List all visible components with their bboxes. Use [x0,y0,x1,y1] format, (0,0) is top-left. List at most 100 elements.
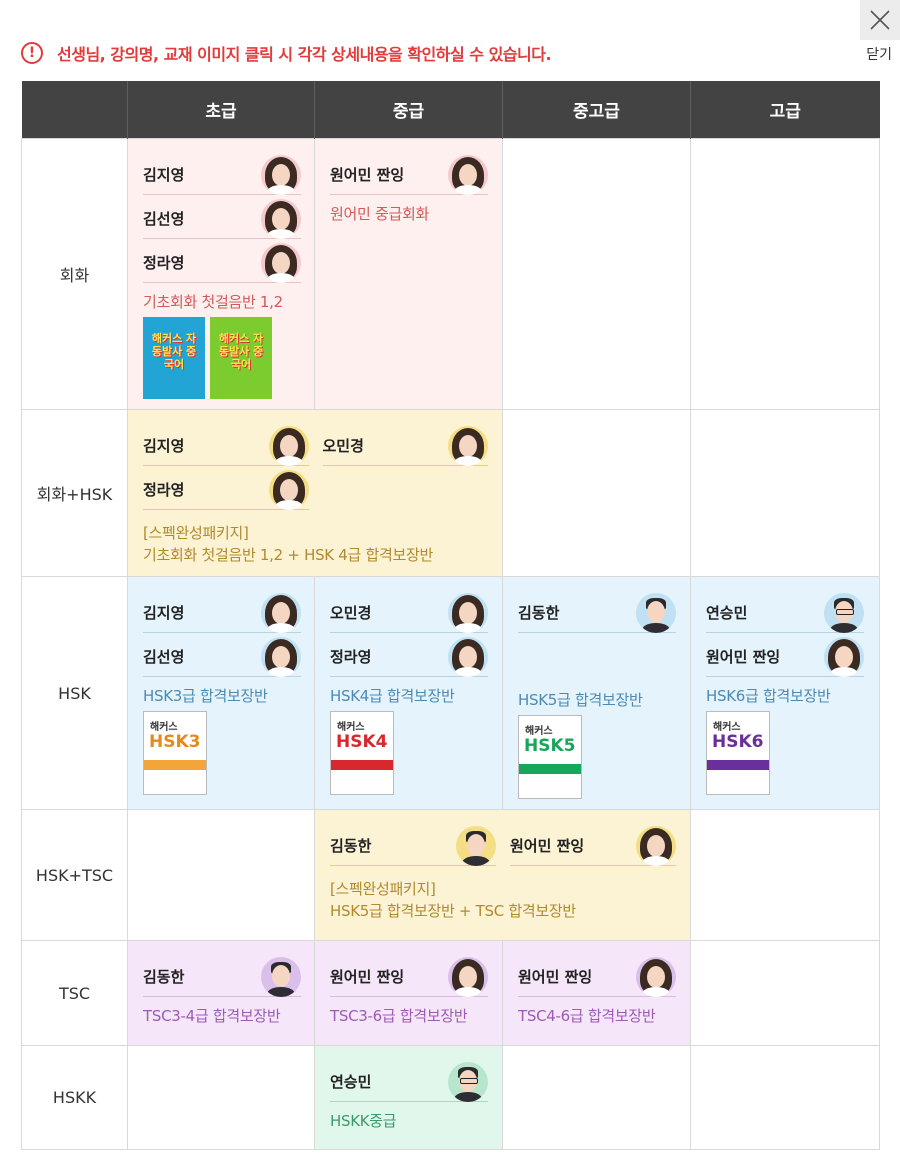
notice-text: 선생님, 강의명, 교재 이미지 클릭 시 각각 상세내용을 확인하실 수 있습… [57,45,552,64]
course-link[interactable]: HSK5급 합격보장반 [518,689,676,711]
teacher-avatar[interactable] [448,425,488,466]
header-empty [21,81,128,139]
cell-tsc-beginner: 김동한 TSC3-4급 합격보장반 [127,940,315,1046]
close-label[interactable]: 닫기 [866,44,892,64]
cell-hsk-advanced: 연승민 원어민 짠잉 HSK6급 합격보장반 해커스 HSK6 [690,576,880,810]
book-cover-hsk4[interactable]: 해커스 HSK4 [330,711,394,795]
cell-empty [690,1045,880,1150]
row-label: HSKK [21,1045,128,1150]
course-table: 초급 중급 중고급 고급 회화 김지영 김선영 정라영 기초회화 첫걸음반 1,… [21,81,880,1150]
course-link[interactable]: HSK4급 합격보장반 [330,685,488,707]
book-cover-hsk5[interactable]: 해커스 HSK5 [518,715,582,799]
row-label: 회화+HSK [21,409,128,577]
teacher-avatar[interactable] [448,592,488,633]
teacher-kim-jiyoung[interactable]: 김지영 [143,425,309,466]
course-link[interactable]: HSKK중급 [330,1110,488,1132]
teacher-oh-minkyung[interactable]: 오민경 [322,425,488,466]
course-link[interactable]: [스펙완성패키지] 기초회화 첫걸음반 1,2 + HSK 4급 합격보장반 [143,522,488,566]
teacher-avatar[interactable] [268,469,309,510]
header-beginner: 초급 [127,81,315,139]
table-row: HSKK 연승민 HSKK중급 [21,1045,880,1150]
cell-empty [502,1045,691,1150]
course-link[interactable]: HSK3급 합격보장반 [143,685,300,707]
teacher-kim-sunyoung[interactable]: 김선영 [143,636,301,677]
teacher-avatar[interactable] [636,825,676,866]
teacher-kim-donghan[interactable]: 김동한 [143,956,301,997]
cell-tsc-upper-intermediate: 원어민 짠잉 TSC4-6급 합격보장반 [502,940,691,1046]
teacher-kim-donghan[interactable]: 김동한 [518,592,676,633]
teacher-avatar[interactable] [268,425,309,466]
cell-conversation-intermediate: 원어민 짠잉 원어민 중급회화 [314,138,503,410]
cell-hsk-upper-intermediate: 김동한 HSK5급 합격보장반 해커스 HSK5 [502,576,691,810]
course-link[interactable]: HSK6급 합격보장반 [706,685,865,707]
row-label: TSC [21,940,128,1046]
teacher-avatar[interactable] [261,592,301,633]
teacher-avatar[interactable] [261,636,301,677]
cell-empty [127,809,315,941]
teacher-avatar[interactable] [636,592,676,633]
teacher-jung-rayoung[interactable]: 정라영 [330,636,488,677]
teacher-avatar[interactable] [456,825,496,866]
table-row: 회화 김지영 김선영 정라영 기초회화 첫걸음반 1,2 해커스 자동발사 중국… [21,138,880,410]
teacher-kim-jiyoung[interactable]: 김지영 [143,592,301,633]
book-cover-2[interactable]: 해커스 자동발사 중국어 [210,317,272,399]
close-icon [870,10,890,30]
teacher-yeon-seungmin[interactable]: 연승민 [330,1061,488,1102]
cell-empty [502,138,691,410]
teacher-avatar[interactable] [824,636,864,677]
teacher-native-zhanying[interactable]: 원어민 짠잉 [330,154,488,195]
teacher-avatar[interactable] [636,956,676,997]
teacher-avatar[interactable] [824,592,864,633]
teacher-native-zhanying[interactable]: 원어민 짠잉 [510,825,676,866]
cell-package-conversation-hsk: 김지영 정라영 오민경 [스펙완성패키지] 기초회화 첫걸음반 1,2 + HSK… [127,409,503,577]
row-label: HSK [21,576,128,810]
close-button[interactable] [860,0,900,40]
teacher-native-zhanying[interactable]: 원어민 짠잉 [706,636,864,677]
cell-package-hsk-tsc: 김동한 원어민 짠잉 [스펙완성패키지] HSK5급 합격보장반 + TSC 합격… [314,809,691,941]
cell-empty [690,809,880,941]
course-link[interactable]: [스펙완성패키지] HSK5급 합격보장반 + TSC 합격보장반 [330,878,676,922]
cell-empty [690,138,880,410]
teacher-avatar[interactable] [448,154,488,195]
course-link[interactable]: TSC3-4급 합격보장반 [143,1005,300,1027]
table-header-row: 초급 중급 중고급 고급 [21,81,880,139]
teacher-avatar[interactable] [448,1061,488,1102]
teacher-avatar[interactable] [448,636,488,677]
teacher-avatar[interactable] [448,956,488,997]
table-row: 회화+HSK 김지영 정라영 오민경 [스펙완성패키지] 기초회화 첫걸음반 1,… [21,409,880,577]
book-cover-hsk6[interactable]: 해커스 HSK6 [706,711,770,795]
cell-tsc-intermediate: 원어민 짠잉 TSC3-6급 합격보장반 [314,940,503,1046]
teacher-avatar[interactable] [261,154,301,195]
warning-icon: ! [21,42,43,64]
table-row: TSC 김동한 TSC3-4급 합격보장반 원어민 짠잉 TSC3-6급 합격보… [21,940,880,1046]
course-link[interactable]: 기초회화 첫걸음반 1,2 [143,291,300,313]
cell-hskk-intermediate: 연승민 HSKK중급 [314,1045,503,1150]
book-cover-hsk3[interactable]: 해커스 HSK3 [143,711,207,795]
teacher-native-zhanying[interactable]: 원어민 짠잉 [518,956,676,997]
cell-empty [127,1045,315,1150]
course-link[interactable]: TSC4-6급 합격보장반 [518,1005,676,1027]
header-intermediate: 중급 [314,81,503,139]
teacher-native-zhanying[interactable]: 원어민 짠잉 [330,956,488,997]
cell-conversation-beginner: 김지영 김선영 정라영 기초회화 첫걸음반 1,2 해커스 자동발사 중국어 해… [127,138,315,410]
teacher-kim-sunyoung[interactable]: 김선영 [143,198,301,239]
teacher-avatar[interactable] [261,198,301,239]
cell-empty [690,940,880,1046]
teacher-kim-donghan[interactable]: 김동한 [330,825,496,866]
row-label: HSK+TSC [21,809,128,941]
table-row: HSK 김지영 김선영 HSK3급 합격보장반 해커스 HSK3 오민경 정라영 … [21,576,880,810]
cell-hsk-beginner: 김지영 김선영 HSK3급 합격보장반 해커스 HSK3 [127,576,315,810]
book-cover-1[interactable]: 해커스 자동발사 중국어 [143,317,205,399]
header-upper-intermediate: 중고급 [502,81,691,139]
teacher-jung-rayoung[interactable]: 정라영 [143,242,301,283]
teacher-yeon-seungmin[interactable]: 연승민 [706,592,864,633]
course-link[interactable]: TSC3-6급 합격보장반 [330,1005,488,1027]
teacher-oh-minkyung[interactable]: 오민경 [330,592,488,633]
teacher-jung-rayoung[interactable]: 정라영 [143,469,309,510]
table-row: HSK+TSC 김동한 원어민 짠잉 [스펙완성패키지] HSK5급 합격보장반 … [21,809,880,941]
cell-hsk-intermediate: 오민경 정라영 HSK4급 합격보장반 해커스 HSK4 [314,576,503,810]
teacher-avatar[interactable] [261,242,301,283]
teacher-kim-jiyoung[interactable]: 김지영 [143,154,301,195]
course-link[interactable]: 원어민 중급회화 [330,203,488,225]
teacher-avatar[interactable] [261,956,301,997]
